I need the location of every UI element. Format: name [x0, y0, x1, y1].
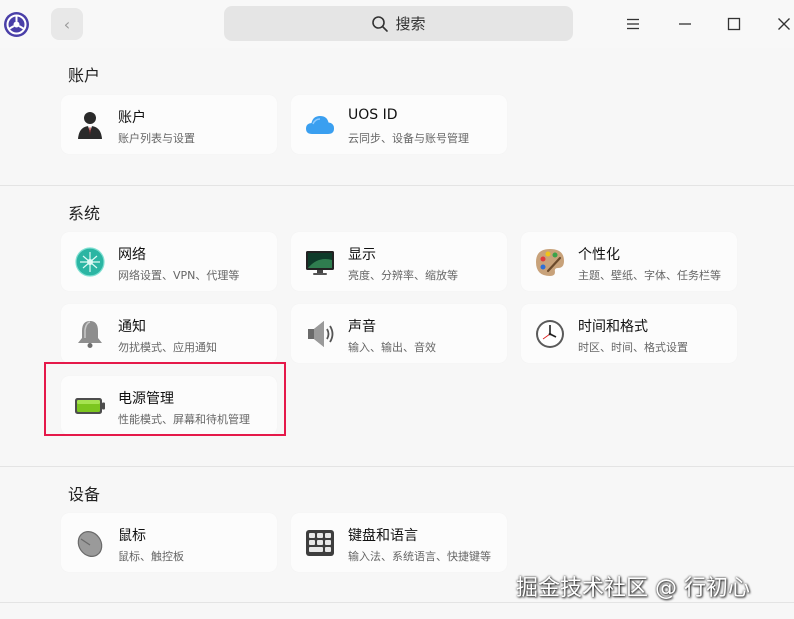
item-description: 勿扰模式、应用通知: [118, 341, 217, 354]
search-input[interactable]: 搜索: [224, 6, 573, 41]
minimize-icon: [679, 23, 691, 25]
settings-item-sound[interactable]: 声音 输入、输出、音效: [291, 304, 507, 363]
maximize-icon: [727, 17, 741, 31]
watermark: 掘金技术社区 @ 行初心: [516, 576, 750, 601]
item-description: 网络设置、VPN、代理等: [118, 269, 240, 282]
palette-icon: [534, 246, 566, 278]
item-title: 声音: [348, 319, 376, 335]
back-button[interactable]: ‹: [51, 8, 83, 40]
speaker-icon: [304, 318, 336, 350]
settings-item-keyboard-language[interactable]: 键盘和语言 输入法、系统语言、快捷键等: [291, 513, 507, 572]
highlight-box: [44, 362, 286, 436]
item-title: UOS ID: [348, 107, 398, 123]
item-title: 时间和格式: [578, 319, 648, 335]
close-button[interactable]: [772, 12, 794, 36]
item-title: 键盘和语言: [348, 528, 418, 544]
settings-item-network[interactable]: 网络 网络设置、VPN、代理等: [61, 232, 277, 291]
item-description: 云同步、设备与账号管理: [348, 132, 469, 145]
settings-item-time-format[interactable]: 时间和格式 时区、时间、格式设置: [521, 304, 737, 363]
section-title-devices: 设备: [68, 485, 101, 504]
keyboard-icon: [304, 527, 336, 559]
settings-item-personalization[interactable]: 个性化 主题、壁纸、字体、任务栏等: [521, 232, 737, 291]
item-title: 通知: [118, 319, 146, 335]
cloud-icon: [304, 109, 336, 141]
item-description: 输入、输出、音效: [348, 341, 436, 354]
bell-icon: [74, 318, 106, 350]
section-divider: [0, 185, 794, 186]
settings-item-accounts[interactable]: 账户 账户列表与设置: [61, 95, 277, 154]
display-icon: [304, 246, 336, 278]
minimize-button[interactable]: [673, 12, 697, 36]
item-description: 输入法、系统语言、快捷键等: [348, 550, 491, 563]
menu-button[interactable]: [621, 12, 645, 36]
clock-icon: [534, 318, 566, 350]
section-divider: [0, 602, 794, 603]
item-title: 鼠标: [118, 528, 146, 544]
item-description: 主题、壁纸、字体、任务栏等: [578, 269, 721, 282]
item-title: 网络: [118, 247, 146, 263]
section-divider: [0, 466, 794, 467]
settings-item-notification[interactable]: 通知 勿扰模式、应用通知: [61, 304, 277, 363]
item-title: 个性化: [578, 247, 620, 263]
control-center-app-icon: [3, 11, 30, 38]
maximize-button[interactable]: [722, 12, 746, 36]
item-description: 亮度、分辨率、缩放等: [348, 269, 458, 282]
chevron-left-icon: ‹: [63, 14, 71, 34]
item-description: 鼠标、触控板: [118, 550, 184, 563]
item-description: 时区、时间、格式设置: [578, 341, 688, 354]
hamburger-icon: [627, 18, 639, 30]
item-title: 显示: [348, 247, 376, 263]
close-icon: [778, 18, 790, 30]
title-bar: ‹ 搜索: [0, 0, 794, 48]
settings-item-mouse[interactable]: 鼠标 鼠标、触控板: [61, 513, 277, 572]
settings-item-display[interactable]: 显示 亮度、分辨率、缩放等: [291, 232, 507, 291]
section-title-accounts: 账户: [68, 66, 101, 85]
search-icon: [372, 15, 389, 32]
settings-item-uos-id[interactable]: UOS ID 云同步、设备与账号管理: [291, 95, 507, 154]
search-placeholder: 搜索: [395, 15, 426, 33]
mouse-icon: [74, 527, 106, 559]
section-title-system: 系统: [68, 204, 101, 223]
item-description: 账户列表与设置: [118, 132, 195, 145]
user-icon: [74, 109, 106, 141]
network-icon: [74, 246, 106, 278]
item-title: 账户: [118, 110, 146, 126]
